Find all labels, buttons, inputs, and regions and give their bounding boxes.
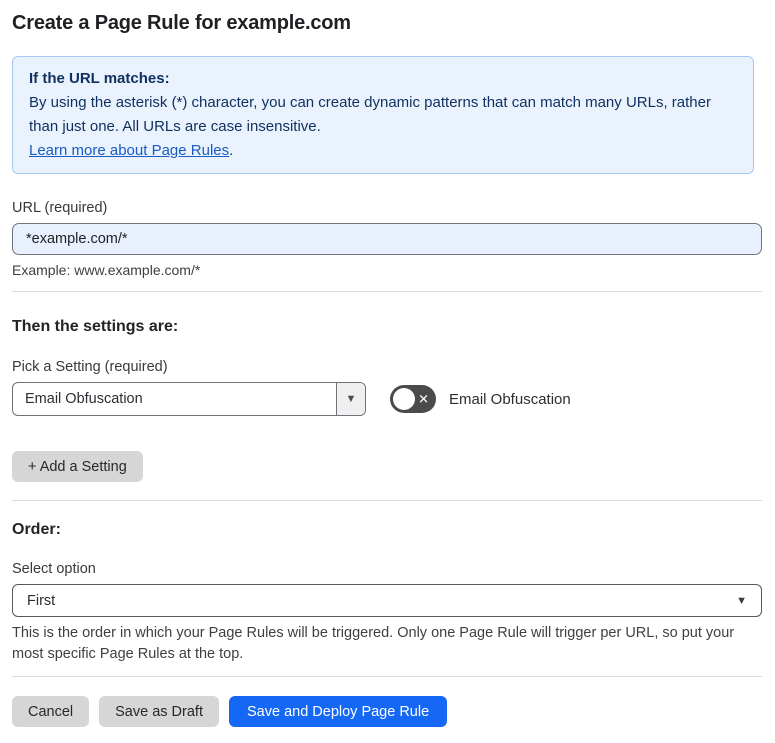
- setting-dropdown[interactable]: Email Obfuscation ▼: [12, 382, 366, 416]
- info-banner-body: By using the asterisk (*) character, you…: [29, 94, 711, 135]
- pick-setting-label: Pick a Setting (required): [12, 359, 168, 375]
- add-setting-button[interactable]: + Add a Setting: [12, 451, 143, 482]
- create-page-rule-form: Create a Page Rule for example.com If th…: [0, 0, 775, 743]
- order-section-heading: Order:: [12, 521, 61, 538]
- dropdown-arrow-button[interactable]: ▼: [336, 383, 365, 415]
- url-matches-info-banner: If the URL matches: By using the asteris…: [12, 56, 754, 174]
- info-banner-heading: If the URL matches:: [29, 70, 170, 87]
- chevron-down-icon: ▼: [736, 594, 747, 607]
- url-example-text: Example: www.example.com/*: [12, 262, 201, 278]
- link-period: .: [229, 142, 234, 159]
- email-obfuscation-toggle[interactable]: ✕: [390, 385, 436, 413]
- toggle-label: Email Obfuscation: [449, 390, 571, 408]
- divider: [12, 500, 762, 501]
- toggle-off-x-icon: ✕: [418, 391, 429, 407]
- url-input[interactable]: [12, 223, 762, 255]
- divider: [12, 676, 762, 677]
- email-obfuscation-toggle-group: ✕ Email Obfuscation: [390, 385, 571, 413]
- page-title: Create a Page Rule for example.com: [12, 12, 351, 34]
- order-help-text: This is the order in which your Page Rul…: [12, 625, 735, 662]
- save-as-draft-button[interactable]: Save as Draft: [99, 696, 219, 727]
- cancel-button[interactable]: Cancel: [12, 696, 90, 727]
- chevron-down-icon: ▼: [345, 393, 357, 405]
- settings-section-heading: Then the settings are:: [12, 318, 179, 335]
- toggle-knob: [393, 388, 415, 410]
- footer-actions: Cancel Save as Draft Save and Deploy Pag…: [12, 696, 762, 727]
- info-banner-link-line: Learn more about Page Rules.: [29, 139, 737, 163]
- learn-more-link[interactable]: Learn more about Page Rules: [29, 142, 229, 159]
- divider: [12, 291, 762, 292]
- save-and-deploy-button[interactable]: Save and Deploy Page Rule: [228, 696, 448, 727]
- order-select[interactable]: First ▼: [12, 584, 762, 617]
- order-select-label: Select option: [12, 561, 96, 577]
- setting-row: Email Obfuscation ▼ ✕ Email Obfuscation: [12, 382, 762, 416]
- setting-dropdown-value: Email Obfuscation: [25, 391, 143, 407]
- url-field-label: URL (required): [12, 200, 108, 216]
- order-select-value: First: [27, 592, 56, 609]
